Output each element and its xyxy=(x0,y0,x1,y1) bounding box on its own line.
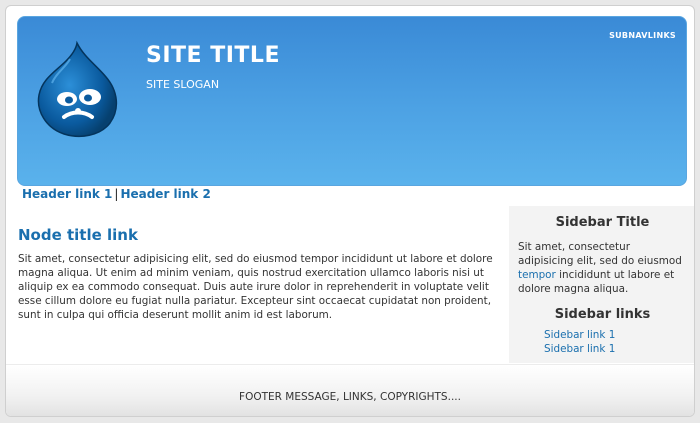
sidebar-links-list: Sidebar link 1 Sidebar link 1 xyxy=(518,328,687,356)
sidebar-text-before: Sit amet, consectetur adipisicing elit, … xyxy=(518,241,682,267)
sidebar-title: Sidebar Title xyxy=(555,215,650,230)
node-body: Sit amet, consectetur adipisicing elit, … xyxy=(18,253,493,321)
site-slogan: SITE SLOGAN xyxy=(146,78,220,91)
list-item: Sidebar link 1 xyxy=(544,342,687,356)
site-footer: FOOTER MESSAGE, LINKS, COPYRIGHTS.... xyxy=(6,364,694,416)
page-container: SITE TITLE SITE SLOGAN SUBNAVLINKS Heade… xyxy=(5,5,695,417)
header-link-separator: | xyxy=(114,187,119,201)
sidebar-text: Sit amet, consectetur adipisicing elit, … xyxy=(518,240,687,296)
footer-message: FOOTER MESSAGE, LINKS, COPYRIGHTS.... xyxy=(239,391,461,403)
site-header: SITE TITLE SITE SLOGAN SUBNAVLINKS xyxy=(17,16,687,186)
sidebar-inline-link[interactable]: tempor xyxy=(518,269,556,281)
site-title[interactable]: SITE TITLE xyxy=(146,43,280,68)
sidebar-link-2[interactable]: Sidebar link 1 xyxy=(544,343,615,355)
subnav-links[interactable]: SUBNAVLINKS xyxy=(609,31,676,40)
list-item: Sidebar link 1 xyxy=(544,328,687,342)
drupal-drop-logo-icon[interactable] xyxy=(34,39,120,139)
header-link-1[interactable]: Header link 1 xyxy=(22,187,112,201)
node-title-link[interactable]: Node title link xyxy=(18,226,503,244)
sidebar: Sidebar Title Sit amet, consectetur adip… xyxy=(509,206,694,363)
header-links-bar: Header link 1 | Header link 2 xyxy=(22,187,211,201)
sidebar-links-title: Sidebar links xyxy=(554,307,651,322)
main-content: Node title link Sit amet, consectetur ad… xyxy=(18,226,503,322)
sidebar-link-1[interactable]: Sidebar link 1 xyxy=(544,329,615,341)
header-link-2[interactable]: Header link 2 xyxy=(120,187,210,201)
